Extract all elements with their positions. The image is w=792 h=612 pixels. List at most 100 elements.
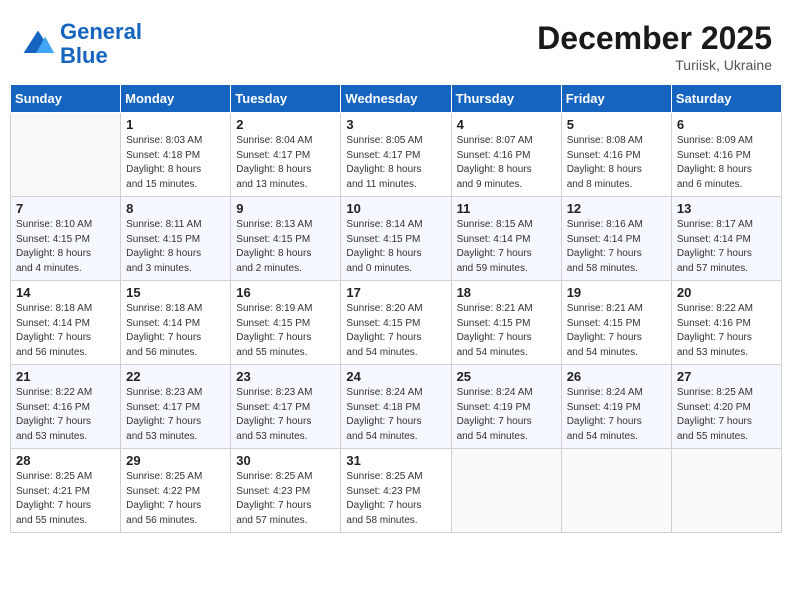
logo-text: General Blue [60,20,142,68]
day-number: 10 [346,201,445,216]
day-cell: 14 Sunrise: 8:18 AM Sunset: 4:14 PM Dayli… [11,281,121,365]
day-number: 25 [457,369,556,384]
day-info: Sunrise: 8:15 AM Sunset: 4:14 PM Dayligh… [457,218,556,276]
day-cell: 13Sunrise: 8:17 AM Sunset: 4:14 PM Dayli… [671,197,781,281]
day-info: Sunrise: 8:03 AM Sunset: 4:18 PM Dayligh… [126,134,225,192]
day-number: 3 [346,117,445,132]
day-cell: 7 Sunrise: 8:10 AM Sunset: 4:15 PM Daylig… [11,197,121,281]
day-info: Sunrise: 8:09 AM Sunset: 4:16 PM Dayligh… [677,134,776,192]
day-cell: 18 Sunrise: 8:21 AM Sunset: 4:15 PM Dayli… [451,281,561,365]
day-info: Sunrise: 8:08 AM Sunset: 4:16 PM Dayligh… [567,134,666,192]
day-cell: 5Sunrise: 8:08 AM Sunset: 4:16 PM Daylig… [561,113,671,197]
day-number: 23 [236,369,335,384]
day-info: Sunrise: 8:04 AM Sunset: 4:17 PM Dayligh… [236,134,335,192]
day-number: 8 [126,201,225,216]
day-cell: 6 Sunrise: 8:09 AM Sunset: 4:16 PM Daylig… [671,113,781,197]
day-number: 14 [16,285,115,300]
day-cell [671,449,781,533]
day-info: Sunrise: 8:18 AM Sunset: 4:14 PM Dayligh… [126,302,225,360]
day-cell: 24 Sunrise: 8:24 AM Sunset: 4:18 PM Dayli… [341,365,451,449]
day-info: Sunrise: 8:13 AM Sunset: 4:15 PM Dayligh… [236,218,335,276]
day-cell: 20 Sunrise: 8:22 AM Sunset: 4:16 PM Dayli… [671,281,781,365]
day-number: 28 [16,453,115,468]
logo: General Blue [20,20,142,68]
day-number: 9 [236,201,335,216]
page-header: General Blue December 2025 Turiisk, Ukra… [10,10,782,78]
day-info: Sunrise: 8:25 AM Sunset: 4:22 PM Dayligh… [126,470,225,528]
day-cell: 11 Sunrise: 8:15 AM Sunset: 4:14 PM Dayli… [451,197,561,281]
week-row-1: 1Sunrise: 8:03 AM Sunset: 4:18 PM Daylig… [11,113,782,197]
logo-icon [20,26,56,62]
day-cell: 2 Sunrise: 8:04 AM Sunset: 4:17 PM Daylig… [231,113,341,197]
title-area: December 2025 Turiisk, Ukraine [537,20,772,73]
day-info: Sunrise: 8:23 AM Sunset: 4:17 PM Dayligh… [126,386,225,444]
day-cell: 4 Sunrise: 8:07 AM Sunset: 4:16 PM Daylig… [451,113,561,197]
day-info: Sunrise: 8:22 AM Sunset: 4:16 PM Dayligh… [677,302,776,360]
day-cell: 8Sunrise: 8:11 AM Sunset: 4:15 PM Daylig… [121,197,231,281]
day-number: 4 [457,117,556,132]
day-cell [11,113,121,197]
day-cell: 12 Sunrise: 8:16 AM Sunset: 4:14 PM Dayli… [561,197,671,281]
day-cell: 23 Sunrise: 8:23 AM Sunset: 4:17 PM Dayli… [231,365,341,449]
day-cell: 30 Sunrise: 8:25 AM Sunset: 4:23 PM Dayli… [231,449,341,533]
day-number: 7 [16,201,115,216]
weekday-header-friday: Friday [561,85,671,113]
day-cell: 25Sunrise: 8:24 AM Sunset: 4:19 PM Dayli… [451,365,561,449]
day-number: 15 [126,285,225,300]
day-cell: 3Sunrise: 8:05 AM Sunset: 4:17 PM Daylig… [341,113,451,197]
day-info: Sunrise: 8:10 AM Sunset: 4:15 PM Dayligh… [16,218,115,276]
day-info: Sunrise: 8:20 AM Sunset: 4:15 PM Dayligh… [346,302,445,360]
day-number: 21 [16,369,115,384]
weekday-header-sunday: Sunday [11,85,121,113]
day-info: Sunrise: 8:16 AM Sunset: 4:14 PM Dayligh… [567,218,666,276]
weekday-header-tuesday: Tuesday [231,85,341,113]
day-info: Sunrise: 8:25 AM Sunset: 4:21 PM Dayligh… [16,470,115,528]
day-number: 18 [457,285,556,300]
weekday-header-monday: Monday [121,85,231,113]
day-cell: 10 Sunrise: 8:14 AM Sunset: 4:15 PM Dayli… [341,197,451,281]
day-number: 12 [567,201,666,216]
weekday-header-row: SundayMondayTuesdayWednesdayThursdayFrid… [11,85,782,113]
day-cell: 16Sunrise: 8:19 AM Sunset: 4:15 PM Dayli… [231,281,341,365]
day-info: Sunrise: 8:07 AM Sunset: 4:16 PM Dayligh… [457,134,556,192]
day-number: 30 [236,453,335,468]
day-number: 20 [677,285,776,300]
day-number: 26 [567,369,666,384]
calendar-table: SundayMondayTuesdayWednesdayThursdayFrid… [10,84,782,533]
day-info: Sunrise: 8:22 AM Sunset: 4:16 PM Dayligh… [16,386,115,444]
day-info: Sunrise: 8:21 AM Sunset: 4:15 PM Dayligh… [567,302,666,360]
day-info: Sunrise: 8:25 AM Sunset: 4:23 PM Dayligh… [236,470,335,528]
day-info: Sunrise: 8:18 AM Sunset: 4:14 PM Dayligh… [16,302,115,360]
day-number: 6 [677,117,776,132]
day-info: Sunrise: 8:24 AM Sunset: 4:19 PM Dayligh… [567,386,666,444]
day-info: Sunrise: 8:14 AM Sunset: 4:15 PM Dayligh… [346,218,445,276]
day-number: 22 [126,369,225,384]
day-info: Sunrise: 8:24 AM Sunset: 4:18 PM Dayligh… [346,386,445,444]
day-info: Sunrise: 8:25 AM Sunset: 4:20 PM Dayligh… [677,386,776,444]
day-cell: 19 Sunrise: 8:21 AM Sunset: 4:15 PM Dayli… [561,281,671,365]
day-number: 29 [126,453,225,468]
month-title: December 2025 [537,20,772,57]
day-info: Sunrise: 8:17 AM Sunset: 4:14 PM Dayligh… [677,218,776,276]
day-info: Sunrise: 8:23 AM Sunset: 4:17 PM Dayligh… [236,386,335,444]
weekday-header-saturday: Saturday [671,85,781,113]
day-cell: 9 Sunrise: 8:13 AM Sunset: 4:15 PM Daylig… [231,197,341,281]
week-row-2: 7 Sunrise: 8:10 AM Sunset: 4:15 PM Daylig… [11,197,782,281]
day-number: 19 [567,285,666,300]
day-number: 11 [457,201,556,216]
day-number: 27 [677,369,776,384]
day-info: Sunrise: 8:25 AM Sunset: 4:23 PM Dayligh… [346,470,445,528]
day-cell: 17 Sunrise: 8:20 AM Sunset: 4:15 PM Dayli… [341,281,451,365]
day-number: 24 [346,369,445,384]
location-subtitle: Turiisk, Ukraine [537,57,772,73]
day-cell: 22 Sunrise: 8:23 AM Sunset: 4:17 PM Dayli… [121,365,231,449]
weekday-header-wednesday: Wednesday [341,85,451,113]
day-number: 2 [236,117,335,132]
day-number: 17 [346,285,445,300]
day-cell: 1Sunrise: 8:03 AM Sunset: 4:18 PM Daylig… [121,113,231,197]
day-cell: 26 Sunrise: 8:24 AM Sunset: 4:19 PM Dayli… [561,365,671,449]
day-cell: 27 Sunrise: 8:25 AM Sunset: 4:20 PM Dayli… [671,365,781,449]
day-number: 16 [236,285,335,300]
day-info: Sunrise: 8:21 AM Sunset: 4:15 PM Dayligh… [457,302,556,360]
week-row-3: 14 Sunrise: 8:18 AM Sunset: 4:14 PM Dayli… [11,281,782,365]
